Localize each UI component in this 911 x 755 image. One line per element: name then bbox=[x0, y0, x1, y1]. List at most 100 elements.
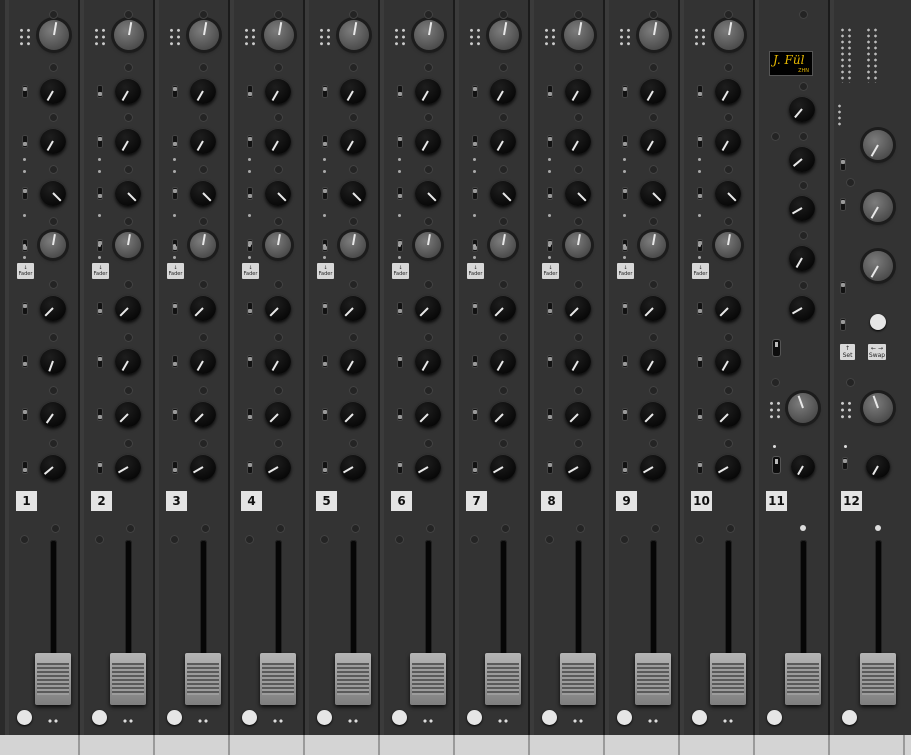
mute-button[interactable] bbox=[17, 710, 32, 725]
pan-knob[interactable] bbox=[640, 454, 666, 480]
hpf-knob[interactable] bbox=[190, 78, 216, 104]
channel-switch[interactable] bbox=[172, 85, 178, 98]
lf-gain-knob[interactable] bbox=[565, 128, 591, 154]
fader-assign-button[interactable]: ↓ Fader bbox=[242, 263, 259, 279]
channel-switch[interactable] bbox=[97, 135, 103, 148]
lf-gain-knob[interactable] bbox=[265, 128, 291, 154]
lf-gain-knob[interactable] bbox=[715, 128, 741, 154]
channel-fader[interactable] bbox=[410, 653, 446, 705]
bus-switch[interactable] bbox=[773, 457, 780, 473]
hmf-gain-knob[interactable] bbox=[490, 232, 516, 258]
aux1-knob[interactable] bbox=[190, 348, 216, 374]
lmf-gain-knob[interactable] bbox=[565, 180, 591, 206]
aux2-knob[interactable] bbox=[265, 401, 291, 427]
channel-switch[interactable] bbox=[97, 461, 103, 474]
channel-switch[interactable] bbox=[322, 408, 328, 421]
channel-switch[interactable] bbox=[472, 461, 478, 474]
lmf-gain-knob[interactable] bbox=[490, 180, 516, 206]
hpf-knob[interactable] bbox=[340, 78, 366, 104]
channel-fader[interactable] bbox=[35, 653, 71, 705]
fader-assign-button[interactable]: ↓ Fader bbox=[617, 263, 634, 279]
pan-knob[interactable] bbox=[715, 454, 741, 480]
aux1-knob[interactable] bbox=[415, 348, 441, 374]
mute-button[interactable] bbox=[317, 710, 332, 725]
channel-switch[interactable] bbox=[472, 85, 478, 98]
hmf-gain-knob[interactable] bbox=[115, 232, 141, 258]
channel-switch[interactable] bbox=[22, 187, 28, 200]
gain-knob[interactable] bbox=[714, 20, 744, 50]
channel-switch[interactable] bbox=[397, 187, 403, 200]
hpf-knob[interactable] bbox=[565, 78, 591, 104]
gain-knob[interactable] bbox=[264, 20, 294, 50]
bus-knob[interactable] bbox=[789, 96, 815, 122]
channel-switch[interactable] bbox=[322, 461, 328, 474]
channel-switch[interactable] bbox=[697, 302, 703, 315]
pan-knob[interactable] bbox=[340, 454, 366, 480]
aux1-knob[interactable] bbox=[565, 348, 591, 374]
channel-switch[interactable] bbox=[397, 135, 403, 148]
channel-switch[interactable] bbox=[97, 187, 103, 200]
channel-switch[interactable] bbox=[697, 187, 703, 200]
channel-switch[interactable] bbox=[247, 408, 253, 421]
bus-knob[interactable] bbox=[789, 146, 815, 172]
channel-switch[interactable] bbox=[22, 135, 28, 148]
master-fader[interactable] bbox=[860, 653, 896, 705]
mute-button[interactable] bbox=[542, 710, 557, 725]
aux2-knob[interactable] bbox=[490, 401, 516, 427]
hpf-knob[interactable] bbox=[40, 78, 66, 104]
channel-switch[interactable] bbox=[397, 461, 403, 474]
bus-knob[interactable] bbox=[789, 245, 815, 271]
hf-gain-knob[interactable] bbox=[640, 295, 666, 321]
master-switch[interactable] bbox=[840, 281, 846, 294]
hmf-gain-knob[interactable] bbox=[265, 232, 291, 258]
aux1-knob[interactable] bbox=[640, 348, 666, 374]
lmf-gain-knob[interactable] bbox=[190, 180, 216, 206]
channel-switch[interactable] bbox=[472, 187, 478, 200]
channel-switch[interactable] bbox=[172, 461, 178, 474]
lmf-gain-knob[interactable] bbox=[415, 180, 441, 206]
hf-gain-knob[interactable] bbox=[265, 295, 291, 321]
bus-toggle[interactable] bbox=[773, 340, 780, 356]
mute-button[interactable] bbox=[617, 710, 632, 725]
hf-gain-knob[interactable] bbox=[715, 295, 741, 321]
channel-switch[interactable] bbox=[322, 135, 328, 148]
hpf-knob[interactable] bbox=[415, 78, 441, 104]
hf-gain-knob[interactable] bbox=[340, 295, 366, 321]
master-select-switch[interactable] bbox=[842, 457, 848, 470]
channel-switch[interactable] bbox=[547, 408, 553, 421]
hmf-gain-knob[interactable] bbox=[715, 232, 741, 258]
channel-switch[interactable] bbox=[547, 461, 553, 474]
channel-fader[interactable] bbox=[635, 653, 671, 705]
channel-switch[interactable] bbox=[622, 355, 628, 368]
channel-switch[interactable] bbox=[22, 85, 28, 98]
pan-knob[interactable] bbox=[565, 454, 591, 480]
channel-switch[interactable] bbox=[547, 135, 553, 148]
gain-knob[interactable] bbox=[189, 20, 219, 50]
pan-knob[interactable] bbox=[265, 454, 291, 480]
lmf-gain-knob[interactable] bbox=[265, 180, 291, 206]
mute-button[interactable] bbox=[392, 710, 407, 725]
channel-switch[interactable] bbox=[172, 135, 178, 148]
lf-gain-knob[interactable] bbox=[415, 128, 441, 154]
channel-switch[interactable] bbox=[172, 408, 178, 421]
master-pan-knob[interactable] bbox=[866, 454, 890, 478]
aux1-knob[interactable] bbox=[265, 348, 291, 374]
master-knob-3[interactable] bbox=[863, 251, 893, 281]
channel-fader[interactable] bbox=[110, 653, 146, 705]
mute-button[interactable] bbox=[767, 710, 782, 725]
master-switch[interactable] bbox=[840, 318, 846, 331]
lf-gain-knob[interactable] bbox=[40, 128, 66, 154]
mute-button[interactable] bbox=[467, 710, 482, 725]
mute-button[interactable] bbox=[692, 710, 707, 725]
aux2-knob[interactable] bbox=[415, 401, 441, 427]
channel-switch[interactable] bbox=[172, 355, 178, 368]
bus-fader[interactable] bbox=[785, 653, 821, 705]
channel-switch[interactable] bbox=[22, 302, 28, 315]
bus-knob[interactable] bbox=[789, 295, 815, 321]
gain-knob[interactable] bbox=[114, 20, 144, 50]
channel-switch[interactable] bbox=[322, 355, 328, 368]
pan-knob[interactable] bbox=[190, 454, 216, 480]
hpf-knob[interactable] bbox=[490, 78, 516, 104]
channel-fader[interactable] bbox=[335, 653, 371, 705]
master-switch[interactable] bbox=[840, 198, 846, 211]
